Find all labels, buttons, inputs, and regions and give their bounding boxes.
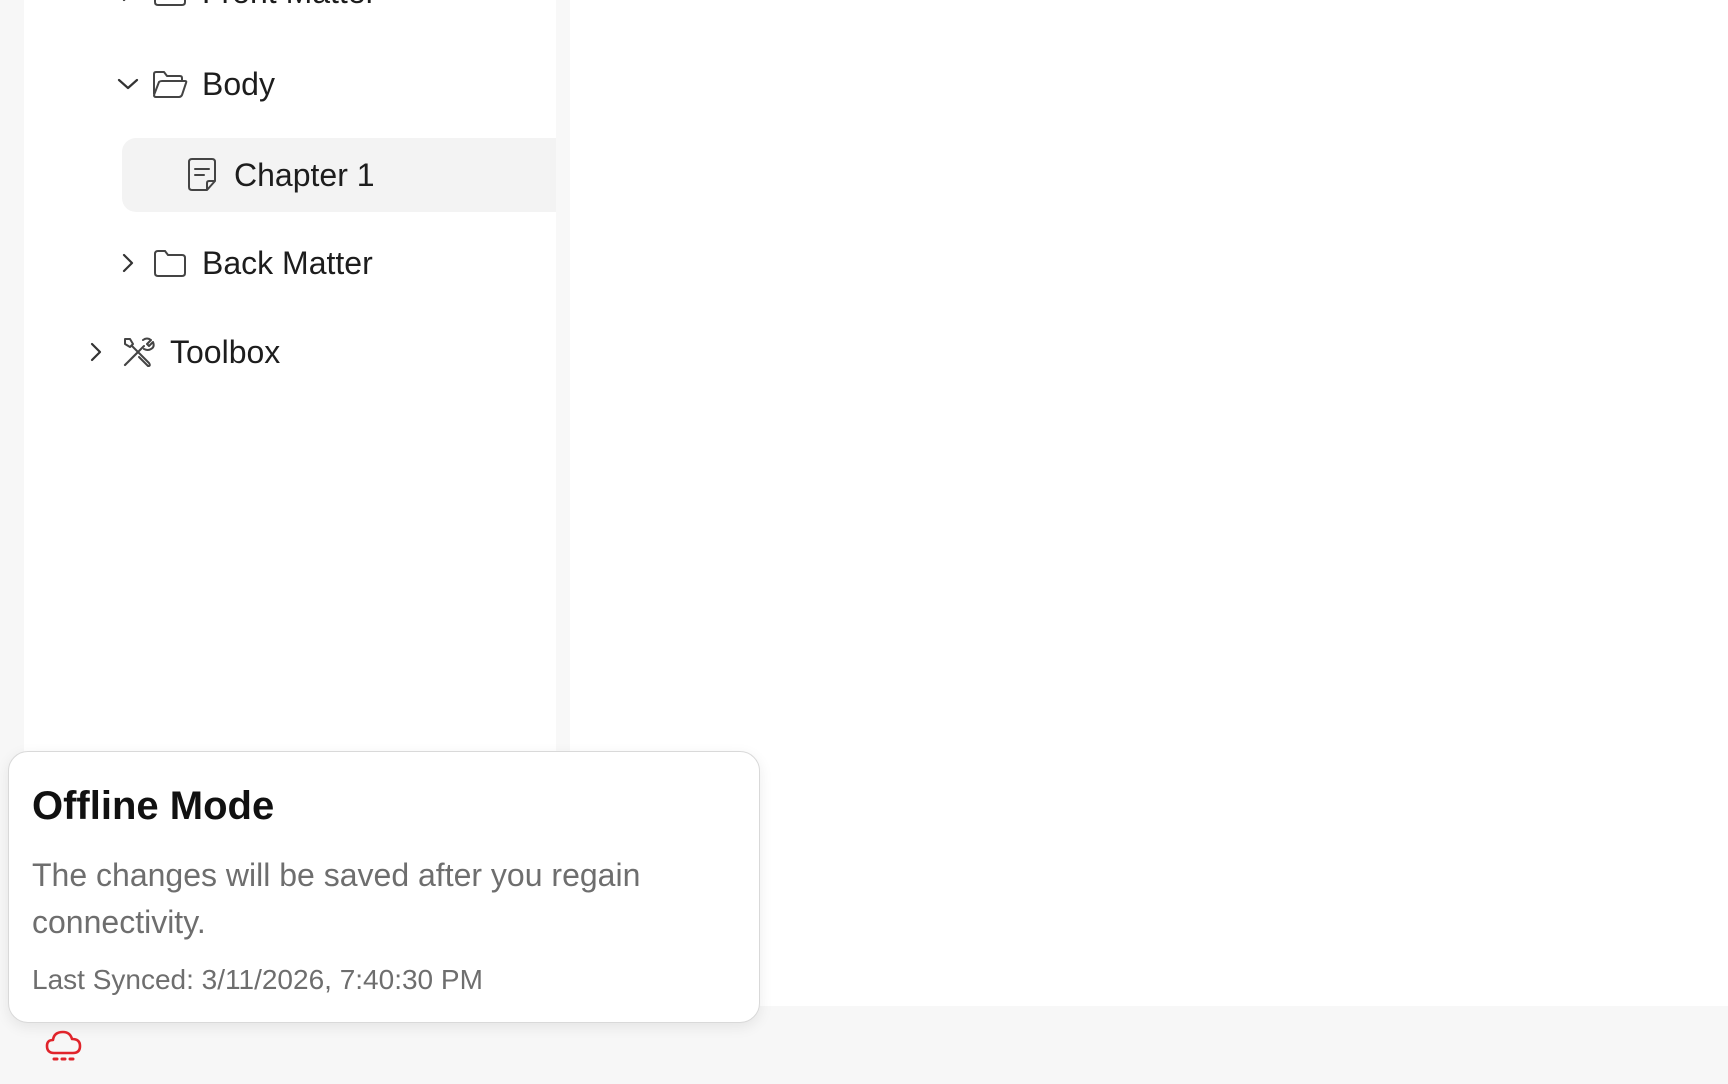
- folder-icon: [152, 245, 188, 281]
- popover-message: The changes will be saved after you rega…: [32, 857, 641, 940]
- cloud-offline-icon: [45, 1029, 83, 1068]
- sidebar-item-back-matter[interactable]: Back Matter: [116, 227, 373, 299]
- sidebar-item-chapter-1[interactable]: Chapter 1: [122, 138, 570, 212]
- folder-open-icon: [152, 66, 188, 102]
- chevron-right-icon[interactable]: [116, 0, 140, 4]
- chevron-down-icon[interactable]: [116, 72, 140, 96]
- sidebar-item-label: Back Matter: [202, 244, 373, 281]
- offline-status-button[interactable]: [42, 1028, 86, 1068]
- document-icon: [184, 157, 220, 193]
- last-synced-text: Last Synced: 3/11/2026, 7:40:30 PM: [32, 964, 483, 995]
- popover-title: Offline Mode: [32, 784, 275, 828]
- folder-icon: [152, 0, 188, 10]
- sidebar-item-front-matter[interactable]: Front Matter: [116, 0, 376, 28]
- sidebar-item-label: Front Matter: [202, 0, 376, 11]
- sidebar-item-label: Chapter 1: [234, 156, 375, 193]
- sidebar-item-label: Body: [202, 65, 275, 102]
- offline-mode-popover: Offline Mode The changes will be saved a…: [8, 751, 760, 1023]
- chevron-right-icon[interactable]: [84, 340, 108, 364]
- sidebar-item-body[interactable]: Body: [116, 48, 275, 120]
- chevron-right-icon[interactable]: [116, 251, 140, 275]
- tools-icon: [120, 334, 156, 370]
- sidebar-item-toolbox[interactable]: Toolbox: [84, 316, 280, 388]
- sidebar-item-label: Toolbox: [170, 333, 281, 370]
